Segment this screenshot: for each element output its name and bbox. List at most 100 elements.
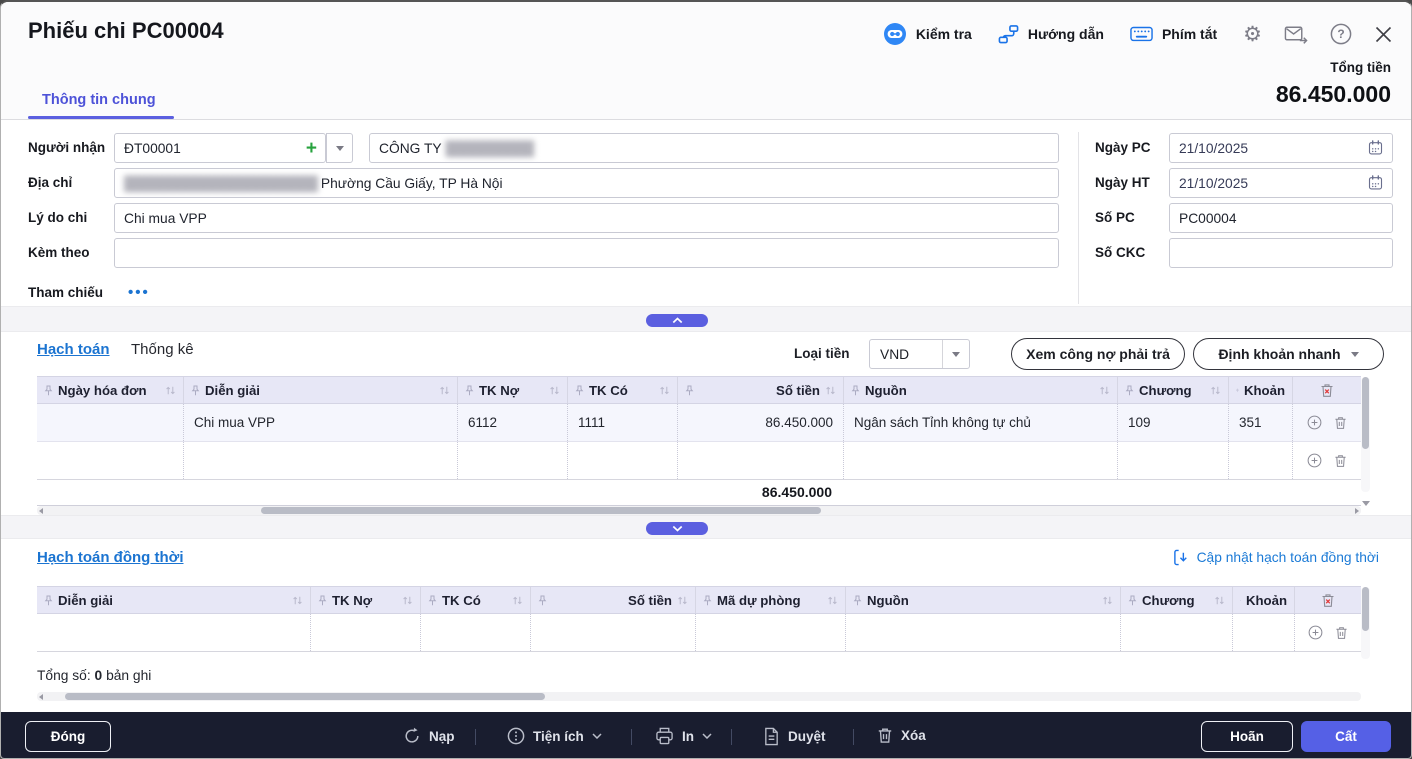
save-button[interactable]: Cất	[1301, 721, 1391, 752]
delete-all-rows-button[interactable]	[1295, 587, 1361, 613]
footer-toolbar: Đóng Nạp Tiện ích In	[1, 712, 1411, 759]
attachment-input[interactable]	[114, 238, 1059, 268]
feedback-mail-icon[interactable]	[1284, 24, 1308, 44]
address-label: Địa chỉ	[28, 168, 72, 198]
column-header-item[interactable]: Khoản	[1233, 587, 1295, 613]
scroll-left-arrow[interactable]	[39, 508, 43, 514]
quick-entry-button[interactable]: Định khoản nhanh	[1193, 338, 1384, 370]
address-input[interactable]: ██████████████████████ Phường Cầu Giấy, …	[114, 168, 1059, 198]
check-button[interactable]: Kiểm tra	[883, 22, 972, 46]
column-header-source[interactable]: Nguồn	[846, 587, 1121, 613]
scroll-down-arrow[interactable]	[1362, 501, 1370, 506]
help-icon[interactable]: ?	[1330, 23, 1352, 45]
pin-icon	[465, 385, 474, 396]
column-header-description[interactable]: Diễn giải	[184, 377, 458, 403]
simultaneous-section-title[interactable]: Hạch toán đồng thời	[37, 549, 183, 566]
scrollbar-thumb[interactable]	[1362, 587, 1369, 631]
tab-general-info[interactable]: Thông tin chung	[42, 92, 156, 108]
view-payables-button[interactable]: Xem công nợ phải trả	[1011, 338, 1185, 370]
calendar-icon[interactable]	[1368, 140, 1383, 156]
column-header-debit[interactable]: TK Nợ	[311, 587, 421, 613]
scrollbar-thumb[interactable]	[65, 693, 545, 700]
reference-more-button[interactable]: •••	[128, 278, 150, 308]
table-row[interactable]: Chi mua VPP 6112 1111 86.450.000 Ngân sá…	[37, 404, 1361, 442]
sort-icon	[827, 595, 838, 606]
utilities-button[interactable]: Tiện ích	[507, 727, 602, 745]
update-simultaneous-link[interactable]: Cập nhật hạch toán đồng thời	[1173, 549, 1379, 566]
date-ht-input[interactable]: 21/10/2025	[1169, 168, 1393, 198]
column-header-invoice-date[interactable]: Ngày hóa đơn	[37, 377, 184, 403]
vertical-scrollbar[interactable]	[1361, 377, 1370, 492]
scroll-right-arrow[interactable]	[1355, 508, 1359, 514]
so-ckc-input[interactable]	[1169, 238, 1393, 268]
scroll-left-arrow[interactable]	[39, 694, 43, 700]
tab-statistics[interactable]: Thống kê	[131, 341, 194, 358]
delete-row-icon[interactable]	[1335, 626, 1348, 640]
reason-input[interactable]: Chi mua VPP	[114, 203, 1059, 233]
date-pc-input[interactable]: 21/10/2025	[1169, 133, 1393, 163]
delete-all-icon	[1321, 593, 1335, 608]
divider	[731, 729, 732, 745]
column-header-chapter[interactable]: Chương	[1121, 587, 1233, 613]
delete-row-icon[interactable]	[1334, 416, 1347, 430]
column-header-item[interactable]: Khoản	[1229, 377, 1293, 403]
pin-icon	[851, 385, 860, 396]
vertical-scrollbar[interactable]	[1361, 587, 1370, 659]
date-ht-label: Ngày HT	[1095, 168, 1150, 198]
table-total-row: 86.450.000	[37, 480, 1361, 506]
horizontal-scrollbar[interactable]	[37, 692, 1361, 701]
reload-button[interactable]: Nạp	[403, 727, 455, 745]
approve-button[interactable]: Duyệt	[763, 727, 826, 746]
collapse-down-button[interactable]	[646, 522, 708, 535]
refresh-icon	[403, 727, 421, 745]
active-tab-underline	[28, 116, 174, 119]
guide-icon	[998, 24, 1019, 45]
column-header-credit[interactable]: TK Có	[568, 377, 678, 403]
guide-button[interactable]: Hướng dẫn	[998, 24, 1104, 45]
chevron-down-icon	[1351, 352, 1359, 357]
settings-icon[interactable]: ⚙	[1243, 24, 1262, 45]
add-row-icon[interactable]	[1308, 625, 1323, 640]
add-row-icon[interactable]	[1307, 415, 1322, 430]
calendar-icon[interactable]	[1368, 175, 1383, 191]
recipient-dropdown-button[interactable]	[326, 133, 353, 163]
pin-icon	[685, 385, 694, 396]
add-recipient-icon[interactable]: +	[298, 139, 325, 158]
column-header-reserve-code[interactable]: Mã dự phòng	[696, 587, 846, 613]
close-icon[interactable]	[1374, 25, 1393, 44]
currency-select[interactable]: VND	[869, 339, 970, 369]
pin-icon	[1236, 385, 1239, 396]
so-ckc-label: Số CKC	[1095, 238, 1145, 268]
close-button[interactable]: Đóng	[25, 721, 111, 752]
delete-button[interactable]: Xóa	[877, 727, 926, 744]
postpone-button[interactable]: Hoãn	[1201, 721, 1293, 752]
scrollbar-thumb[interactable]	[1362, 377, 1369, 449]
column-header-amount[interactable]: Số tiền	[678, 377, 844, 403]
total-row-amount: 86.450.000	[678, 480, 844, 505]
table-row-empty[interactable]	[37, 614, 1361, 652]
utilities-icon	[507, 727, 525, 745]
redacted-text: ██████████████████████	[124, 176, 317, 191]
so-pc-input[interactable]: PC00004	[1169, 203, 1393, 233]
shortcuts-button[interactable]: Phím tắt	[1130, 26, 1217, 42]
recipient-name-input[interactable]: CÔNG TY ██████████	[369, 133, 1059, 163]
horizontal-scrollbar[interactable]	[37, 506, 1361, 515]
sort-icon	[825, 385, 836, 396]
column-header-credit[interactable]: TK Có	[421, 587, 531, 613]
document-icon	[763, 727, 780, 746]
sort-icon	[402, 595, 413, 606]
collapse-up-button[interactable]	[646, 314, 708, 327]
scrollbar-thumb[interactable]	[261, 507, 821, 514]
print-button[interactable]: In	[655, 727, 712, 745]
column-header-amount[interactable]: Số tiền	[531, 587, 696, 613]
column-header-description[interactable]: Diễn giải	[37, 587, 311, 613]
table-row-empty[interactable]	[37, 442, 1361, 480]
column-header-debit[interactable]: TK Nợ	[458, 377, 568, 403]
tab-accounting[interactable]: Hạch toán	[37, 341, 110, 358]
column-header-chapter[interactable]: Chương	[1118, 377, 1229, 403]
delete-all-rows-button[interactable]	[1293, 377, 1361, 403]
delete-row-icon[interactable]	[1334, 454, 1347, 468]
add-row-icon[interactable]	[1307, 453, 1322, 468]
column-header-source[interactable]: Nguồn	[844, 377, 1118, 403]
recipient-code-input[interactable]: ĐT00001 +	[114, 133, 326, 163]
